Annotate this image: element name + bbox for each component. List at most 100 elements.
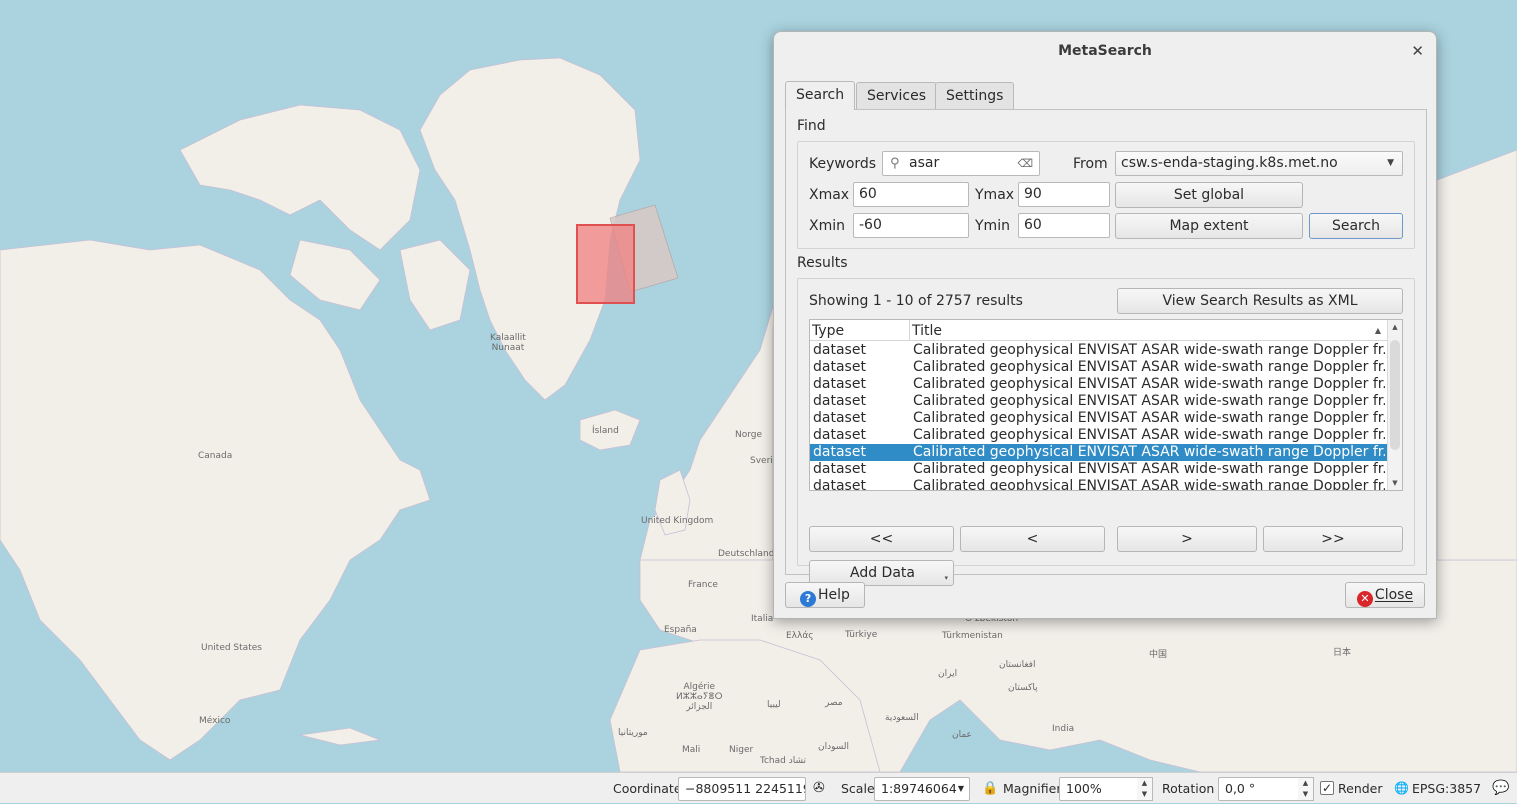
row-type: dataset [813, 376, 866, 392]
metasearch-dialog: MetaSearch ✕ Search Services Settings Fi… [773, 31, 1437, 619]
from-label: From [1073, 156, 1108, 172]
row-title: Calibrated geophysical ENVISAT ASAR wide… [913, 410, 1385, 426]
scale-value: 1:89746064 [881, 781, 957, 796]
table-row[interactable]: dataset Calibrated geophysical ENVISAT AS… [810, 427, 1388, 444]
row-title: Calibrated geophysical ENVISAT ASAR wide… [913, 427, 1385, 443]
clear-text-icon[interactable]: ⌫ [1017, 152, 1033, 175]
view-xml-button[interactable]: View Search Results as XML [1117, 288, 1403, 314]
table-row[interactable]: dataset Calibrated geophysical ENVISAT AS… [810, 461, 1388, 478]
messages-icon[interactable]: 💬 [1492, 773, 1509, 804]
map-label-turkey: Türkiye [845, 630, 878, 640]
menu-arrow-icon: ▾ [944, 574, 948, 582]
map-label-greece: Ελλάς [786, 631, 814, 641]
map-label-turkmenistan: Türkmenistan [942, 631, 1003, 641]
tab-search[interactable]: Search [785, 81, 856, 110]
column-header-title[interactable]: Title ▲ [910, 320, 1388, 341]
close-label: Close [1374, 587, 1414, 603]
from-value: csw.s-enda-staging.k8s.met.no [1121, 155, 1338, 171]
lock-icon[interactable]: 🔒 [982, 773, 998, 804]
map-label-uk: United Kingdom [641, 516, 714, 526]
set-global-button[interactable]: Set global [1115, 182, 1303, 208]
xmin-input[interactable]: -60 [853, 213, 969, 238]
search-icon: ⚲ [890, 156, 900, 171]
crs-button[interactable]: EPSG:3857 [1412, 773, 1481, 804]
table-row[interactable]: dataset Calibrated geophysical ENVISAT AS… [810, 478, 1388, 491]
map-label-japan: 日本 [1333, 648, 1352, 658]
row-type: dataset [813, 461, 866, 477]
xmax-label: Xmax [809, 187, 850, 203]
search-tab-panel: Find Keywords ⚲ asar ⌫ From csw.s-enda-s… [785, 109, 1427, 586]
map-label-egypt: مصر [825, 698, 843, 708]
mouse-pointer-icon[interactable]: ✇ [813, 773, 825, 804]
row-type: dataset [813, 393, 866, 409]
close-button[interactable]: ✕ Close [1345, 582, 1425, 608]
map-label-libya: ليبيا [767, 700, 781, 710]
coordinate-field[interactable]: −8809511 22451193 [678, 777, 806, 801]
first-page-button[interactable]: << [809, 526, 954, 552]
tab-settings[interactable]: Settings [935, 82, 1015, 109]
help-label: Help [818, 587, 850, 603]
map-label-oman: عمان [952, 730, 972, 740]
landmass-arctic-islands [179, 104, 421, 251]
map-label-sudan: السودان [818, 742, 850, 752]
scale-combobox[interactable]: 1:89746064 ▼ [874, 777, 970, 801]
map-extent-button[interactable]: Map extent [1115, 213, 1303, 239]
map-label-algeria: Algérie ⵍⵣⵣⴰⵢⴻⵔ الجزائر [676, 682, 723, 712]
render-checkbox[interactable]: ✓ [1320, 781, 1334, 795]
map-label-spain: España [664, 625, 697, 635]
row-title: Calibrated geophysical ENVISAT ASAR wide… [913, 393, 1385, 409]
magnifier-field[interactable]: 100% [1059, 777, 1139, 801]
row-title: Calibrated geophysical ENVISAT ASAR wide… [913, 461, 1385, 477]
row-type: dataset [813, 359, 866, 375]
magnifier-spinner[interactable]: ▲ ▼ [1137, 777, 1153, 801]
column-header-type[interactable]: Type [810, 320, 910, 341]
status-bar: Coordinate −8809511 22451193 ✇ Scale 1:8… [0, 772, 1517, 803]
map-label-greenland: Kalaallit Nunaat [490, 333, 526, 353]
table-row[interactable]: dataset Calibrated geophysical ENVISAT AS… [810, 393, 1388, 410]
xmax-input[interactable]: 60 [853, 182, 969, 207]
rotation-field[interactable]: 0,0 ° [1218, 777, 1300, 801]
landmass-north-america [0, 239, 431, 761]
rotation-spinner[interactable]: ▲ ▼ [1298, 777, 1314, 801]
map-label-pakistan: پاکستان [1008, 683, 1038, 693]
table-row[interactable]: dataset Calibrated geophysical ENVISAT AS… [810, 342, 1388, 359]
row-type: dataset [813, 444, 866, 460]
table-row[interactable]: dataset Calibrated geophysical ENVISAT AS… [810, 376, 1388, 393]
search-button[interactable]: Search [1309, 213, 1403, 239]
keywords-input[interactable]: ⚲ asar ⌫ [882, 151, 1040, 176]
table-row[interactable]: dataset Calibrated geophysical ENVISAT AS… [810, 410, 1388, 427]
row-type: dataset [813, 478, 866, 491]
ymax-input[interactable]: 90 [1018, 182, 1110, 207]
scroll-down-icon[interactable]: ▼ [1388, 476, 1402, 490]
results-table[interactable]: Type Title ▲ dataset Calibrated geophysic… [809, 319, 1403, 491]
scroll-up-icon[interactable]: ▲ [1388, 320, 1402, 334]
rotation-label: Rotation [1162, 781, 1215, 796]
xmin-label: Xmin [809, 218, 845, 234]
column-header-title-label: Title [912, 323, 943, 339]
next-page-button[interactable]: > [1117, 526, 1257, 552]
table-row[interactable]: dataset Calibrated geophysical ENVISAT AS… [810, 444, 1388, 461]
map-label-saudi: السعودية [885, 713, 919, 723]
from-combobox[interactable]: csw.s-enda-staging.k8s.met.no ▼ [1115, 151, 1403, 176]
row-type: dataset [813, 410, 866, 426]
map-label-mexico: México [199, 716, 231, 726]
ymin-label: Ymin [975, 218, 1010, 234]
previous-page-button[interactable]: < [960, 526, 1105, 552]
selected-footprint [576, 224, 635, 304]
table-row[interactable]: dataset Calibrated geophysical ENVISAT AS… [810, 359, 1388, 376]
map-label-india: India [1052, 724, 1075, 734]
magnifier-label: Magnifier [1003, 781, 1062, 796]
map-label-canada: Canada [198, 451, 233, 461]
last-page-button[interactable]: >> [1263, 526, 1403, 552]
scrollbar-thumb[interactable] [1390, 340, 1400, 450]
tab-services[interactable]: Services [856, 82, 938, 109]
map-label-mauritania: موريتانيا [618, 728, 648, 738]
row-title: Calibrated geophysical ENVISAT ASAR wide… [913, 478, 1385, 491]
results-scrollbar[interactable]: ▲ ▼ [1387, 320, 1402, 490]
close-icon: ✕ [1356, 591, 1373, 607]
map-label-italy: Italia [751, 614, 774, 624]
help-button[interactable]: ? Help [785, 582, 865, 608]
ymin-input[interactable]: 60 [1018, 213, 1110, 238]
map-label-mali: Mali [682, 745, 701, 755]
close-x-icon[interactable]: ✕ [1411, 32, 1424, 70]
